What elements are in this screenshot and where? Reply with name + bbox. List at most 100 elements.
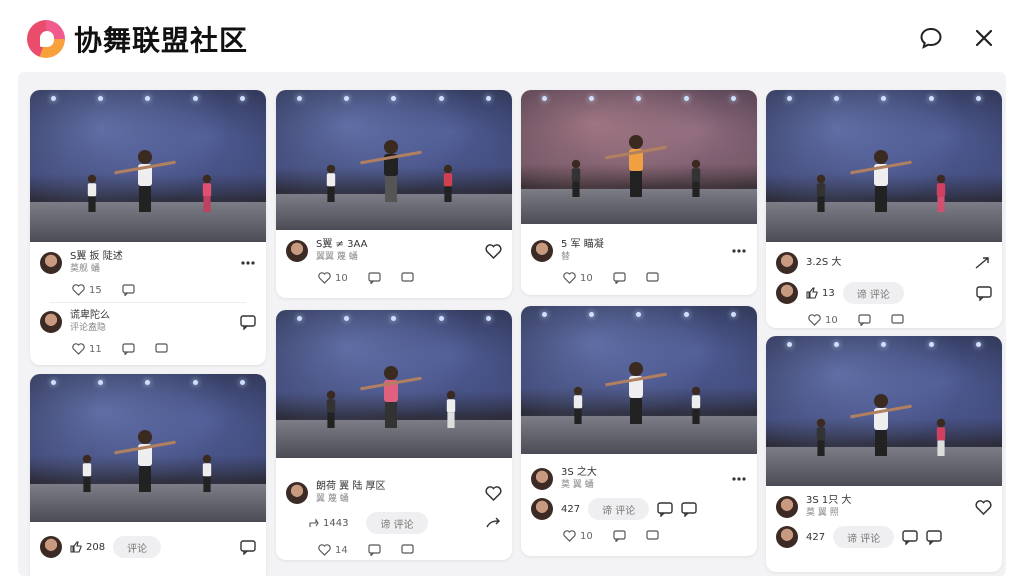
post-card[interactable]: 3S 之大莫 翼 蛹 427 谛 评论 10: [521, 306, 757, 556]
post-photo[interactable]: [521, 306, 757, 454]
comment-icon: [613, 530, 626, 542]
like-count-inline: 13: [822, 287, 835, 299]
post-photo[interactable]: [521, 90, 757, 224]
post-card[interactable]: 208 评论: [30, 374, 266, 576]
comment-button[interactable]: [122, 284, 135, 296]
post-card[interactable]: 3S 1只 大莫 翼 照 427 谛 评论: [766, 336, 1002, 572]
avatar[interactable]: [40, 252, 62, 274]
share-icon: [155, 343, 168, 355]
comment-input[interactable]: 谛 评论: [588, 498, 650, 520]
like-button[interactable]: 10: [563, 530, 593, 542]
username[interactable]: 3S 之大: [561, 467, 723, 479]
like-count-inline: 427: [806, 532, 825, 543]
post-card[interactable]: S翼 扳 陡述 莫舰 蛹 15 谎卑陀么 评论盍隐 11: [30, 90, 266, 365]
more-icon[interactable]: [731, 248, 747, 254]
post-photo[interactable]: [766, 90, 1002, 242]
post-photo[interactable]: [276, 310, 512, 458]
avatar[interactable]: [776, 252, 798, 274]
post-card[interactable]: 3.2S 大 13 谛 评论 10: [766, 90, 1002, 328]
comment-button[interactable]: [368, 272, 381, 284]
avatar[interactable]: [286, 240, 308, 262]
comment-button[interactable]: [368, 544, 381, 556]
avatar[interactable]: [40, 536, 62, 558]
username[interactable]: 5 军 瞄凝: [561, 239, 723, 251]
close-icon[interactable]: [970, 24, 998, 52]
share-icon: [308, 517, 319, 529]
reply-icon[interactable]: [240, 314, 256, 330]
like-button[interactable]: 10: [563, 272, 593, 284]
share-icon: [646, 530, 659, 542]
comment-button[interactable]: [858, 314, 871, 326]
share-icon: [891, 314, 904, 326]
post-photo[interactable]: [30, 374, 266, 522]
username[interactable]: S翼 ≠ 3AA: [316, 239, 477, 251]
post-card[interactable]: S翼 ≠ 3AA 翼翼 蔑 蛹 10: [276, 90, 512, 298]
like-button[interactable]: 13: [806, 287, 835, 299]
like-button[interactable]: 208: [70, 541, 105, 553]
app-header: 协舞联盟社区: [0, 0, 1024, 76]
username[interactable]: 3S 1只 大: [806, 495, 967, 507]
reply-icon[interactable]: [976, 285, 992, 301]
forward-icon[interactable]: [486, 517, 502, 529]
comment-icon: [122, 343, 135, 355]
more-icon[interactable]: [731, 476, 747, 482]
heart-icon[interactable]: [485, 485, 502, 501]
comment-input[interactable]: 谛 评论: [833, 526, 895, 548]
heart-icon: [563, 530, 576, 542]
reply-icon[interactable]: [926, 529, 942, 545]
avatar[interactable]: [776, 496, 798, 518]
post-card[interactable]: 5 军 瞄凝替 10: [521, 90, 757, 295]
comment-input[interactable]: 评论: [113, 536, 162, 558]
post-photo[interactable]: [30, 90, 266, 242]
post-photo[interactable]: [276, 90, 512, 230]
username[interactable]: 谎卑陀么: [70, 310, 232, 322]
username[interactable]: 朗荷 翼 陆 厚区: [316, 481, 477, 493]
like-count: 10: [580, 272, 593, 284]
reply-icon[interactable]: [240, 539, 256, 555]
heart-icon[interactable]: [975, 499, 992, 515]
reply-icon[interactable]: [902, 529, 918, 545]
user-subtitle: 莫 翼 蛹: [561, 480, 594, 490]
avatar[interactable]: [776, 282, 798, 304]
username[interactable]: S翼 扳 陡述: [70, 251, 232, 263]
avatar[interactable]: [531, 498, 553, 520]
share-button[interactable]: [646, 530, 659, 542]
share-button[interactable]: [891, 314, 904, 326]
like-button[interactable]: 14: [318, 544, 348, 556]
share-button[interactable]: [401, 544, 414, 556]
like-button[interactable]: 11: [72, 343, 102, 355]
share-icon: [401, 544, 414, 556]
avatar[interactable]: [531, 468, 553, 490]
comment-button[interactable]: [122, 343, 135, 355]
reply-icon[interactable]: [681, 501, 697, 517]
like-count-inline-value: 427: [561, 503, 581, 515]
avatar[interactable]: [776, 526, 798, 548]
share-arrow-icon[interactable]: [974, 256, 992, 270]
like-count-inline-value: 427: [806, 531, 826, 543]
like-button[interactable]: 10: [808, 314, 838, 326]
username[interactable]: 3.2S 大: [806, 257, 966, 269]
user-subtitle: 莫舰 蛹: [70, 264, 100, 274]
comment-button[interactable]: [613, 272, 626, 284]
like-button[interactable]: 15: [72, 284, 102, 296]
reply-icon[interactable]: [657, 501, 673, 517]
speech-bubble-icon[interactable]: [917, 24, 945, 52]
more-icon[interactable]: [240, 260, 256, 266]
share-button[interactable]: [401, 272, 414, 284]
comment-icon: [122, 284, 135, 296]
comment-input[interactable]: 谛 评论: [366, 512, 428, 534]
comment-input[interactable]: 谛 评论: [842, 282, 904, 304]
avatar[interactable]: [286, 482, 308, 504]
post-card[interactable]: 朗荷 翼 陆 厚区翼 蔑 蛹 1443 谛 评论 14: [276, 310, 512, 560]
share-button[interactable]: [646, 272, 659, 284]
share-icon: [646, 272, 659, 284]
avatar[interactable]: [40, 311, 62, 333]
share-button[interactable]: [155, 343, 168, 355]
post-photo[interactable]: [766, 336, 1002, 486]
comment-button[interactable]: [613, 530, 626, 542]
app-title: 协舞联盟社区: [74, 24, 249, 57]
heart-icon[interactable]: [485, 243, 502, 259]
post-feed[interactable]: S翼 扳 陡述 莫舰 蛹 15 谎卑陀么 评论盍隐 11 208 评论 S翼 ≠…: [18, 72, 1006, 576]
like-button[interactable]: 10: [318, 272, 348, 284]
avatar[interactable]: [531, 240, 553, 262]
